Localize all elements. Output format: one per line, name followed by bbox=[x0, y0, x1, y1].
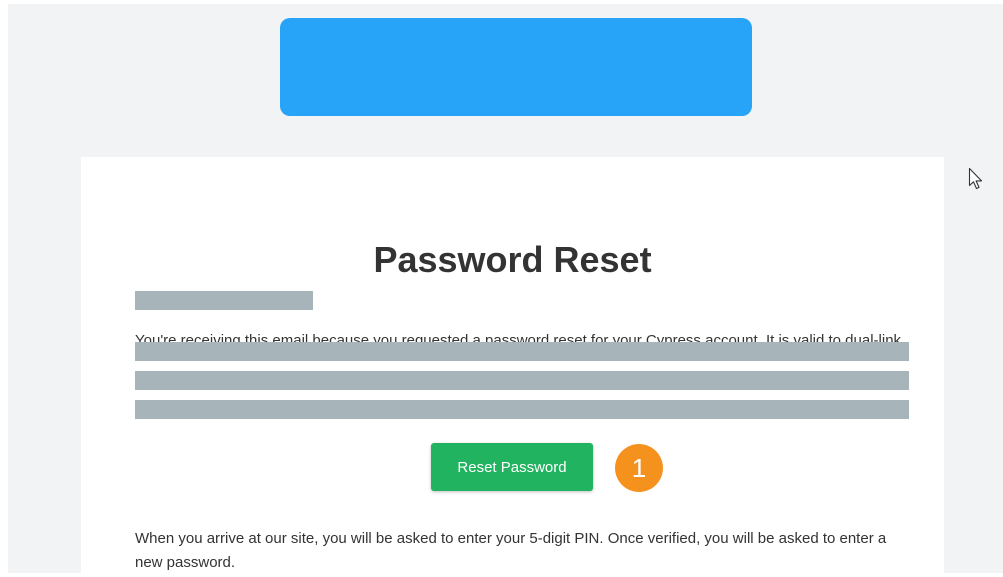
redacted-line bbox=[135, 400, 909, 419]
email-title: Password Reset bbox=[373, 239, 652, 280]
header-banner bbox=[280, 18, 752, 116]
reset-password-button[interactable]: Reset Password bbox=[431, 443, 593, 491]
instructions-text: When you arrive at our site, you will be… bbox=[135, 530, 887, 571]
redacted-line bbox=[135, 342, 909, 361]
redacted-greeting bbox=[135, 291, 313, 310]
mouse-pointer-icon bbox=[968, 167, 983, 190]
redacted-line bbox=[135, 371, 909, 390]
email-card bbox=[81, 157, 944, 577]
step-number-badge: 1 bbox=[615, 444, 663, 492]
